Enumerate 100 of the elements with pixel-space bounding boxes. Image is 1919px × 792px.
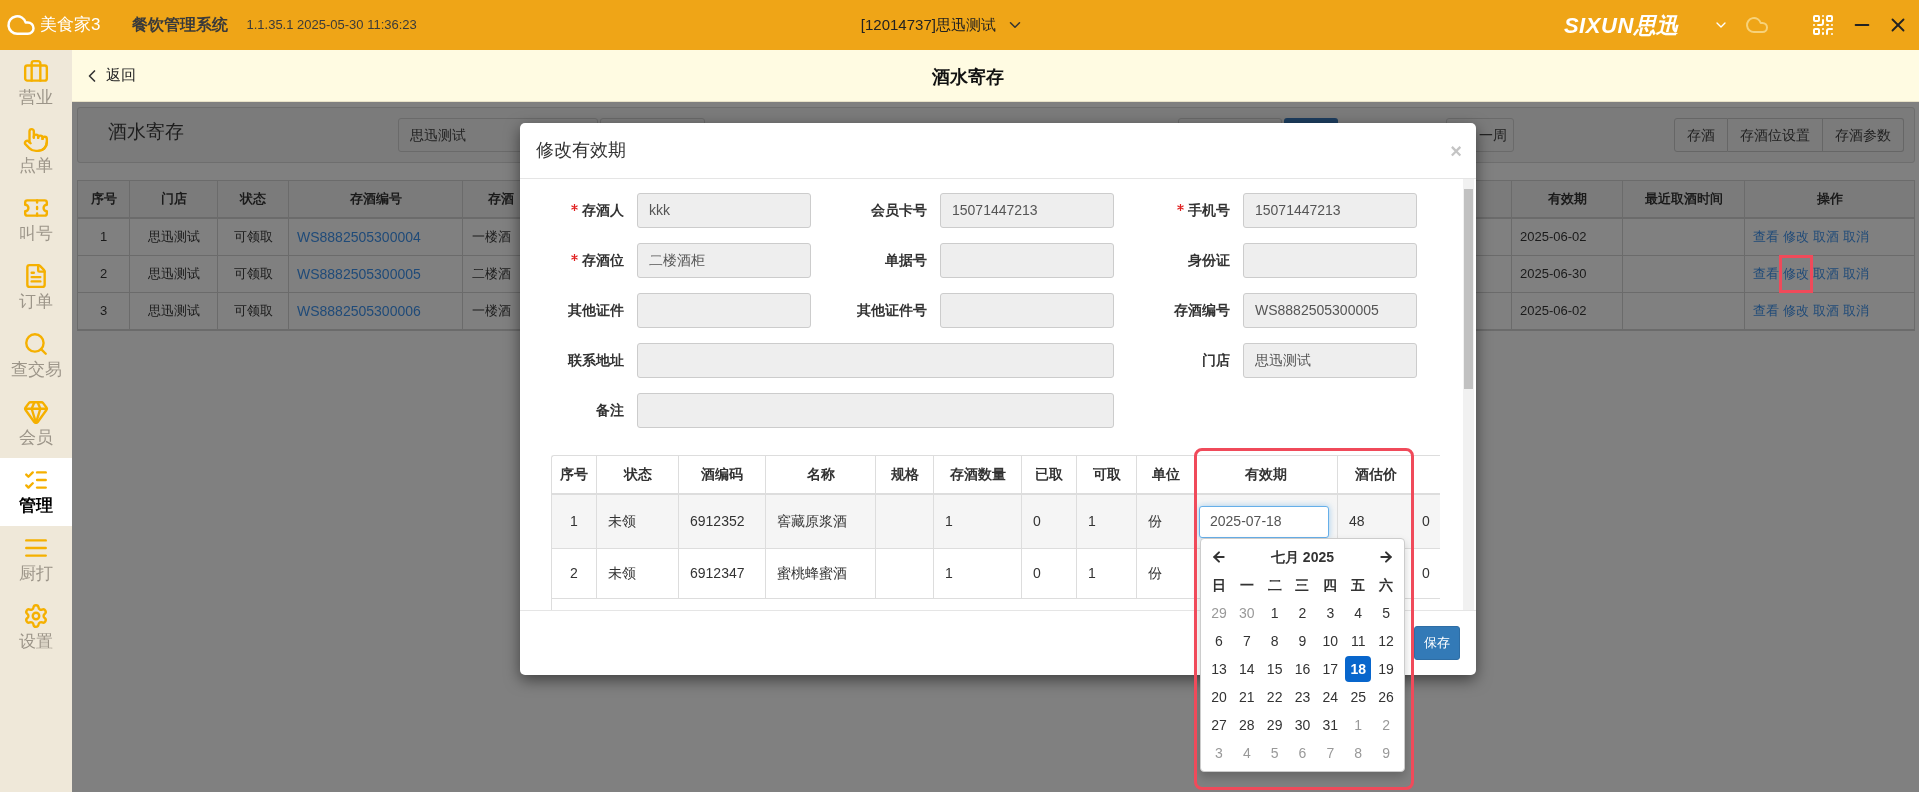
input-field[interactable]: kkk bbox=[637, 193, 811, 228]
calendar-day[interactable]: 30 bbox=[1233, 600, 1260, 626]
table-cell-text: 1 bbox=[945, 512, 953, 531]
app-name: 美食家3 bbox=[40, 14, 101, 37]
calendar-day[interactable]: 29 bbox=[1206, 600, 1232, 626]
save-button[interactable]: 保存 bbox=[1414, 626, 1460, 660]
calendar-day[interactable]: 24 bbox=[1317, 684, 1344, 710]
sidebar-label: 设置 bbox=[19, 631, 53, 653]
input-field[interactable] bbox=[1243, 243, 1417, 278]
table-cell-text: 份 bbox=[1148, 512, 1162, 531]
calendar-day[interactable]: 1 bbox=[1261, 600, 1288, 626]
weekday-label: 四 bbox=[1322, 575, 1339, 595]
calendar-day[interactable]: 9 bbox=[1289, 628, 1316, 654]
sidebar-label: 叫号 bbox=[19, 223, 53, 245]
brand-logo: SIXUN思迅 bbox=[1563, 11, 1679, 40]
month-label[interactable]: 七月 2025 bbox=[1227, 546, 1378, 568]
action-button[interactable]: 存酒 bbox=[1674, 118, 1728, 152]
store-selector[interactable]: [12014737]思迅测试 bbox=[860, 13, 996, 37]
qr-code-icon[interactable] bbox=[1811, 13, 1835, 37]
input-field[interactable] bbox=[637, 343, 1114, 378]
calendar-day[interactable]: 6 bbox=[1289, 740, 1316, 766]
calendar-day[interactable]: 5 bbox=[1261, 740, 1288, 766]
calendar-day[interactable]: 2 bbox=[1373, 712, 1399, 738]
sidebar-label: 会员 bbox=[19, 427, 53, 449]
calendar-day[interactable]: 29 bbox=[1261, 712, 1288, 738]
table-cell: 可领取 bbox=[218, 219, 289, 255]
column-header: 酒估价 bbox=[1338, 456, 1414, 493]
page-title: 酒水寄存 bbox=[932, 66, 1004, 89]
table-cell-text: 1 bbox=[1088, 564, 1096, 583]
calendar-day[interactable]: 2 bbox=[1289, 600, 1316, 626]
weekday-label: 三 bbox=[1294, 575, 1311, 595]
calendar-day[interactable]: 25 bbox=[1345, 684, 1372, 710]
calendar-day[interactable]: 18 bbox=[1345, 656, 1372, 682]
date-input[interactable]: 2025-07-18 bbox=[1199, 505, 1329, 538]
calendar-day[interactable]: 4 bbox=[1345, 600, 1372, 626]
field-label: 存酒编号 bbox=[1174, 301, 1230, 320]
calendar-day[interactable]: 21 bbox=[1233, 684, 1260, 710]
input-field[interactable] bbox=[637, 293, 811, 328]
document-icon bbox=[23, 263, 49, 289]
calendar-day[interactable]: 14 bbox=[1233, 656, 1260, 682]
scrollbar[interactable] bbox=[1463, 179, 1474, 610]
weekday-label: 五 bbox=[1350, 575, 1367, 595]
back-button[interactable]: 返回 bbox=[82, 64, 136, 87]
action-button[interactable]: 存酒位设置 bbox=[1728, 118, 1823, 152]
calendar-day[interactable]: 6 bbox=[1206, 628, 1232, 654]
briefcase-icon bbox=[23, 59, 49, 85]
input-field[interactable]: 思迅测试 bbox=[1243, 343, 1417, 378]
input-field[interactable] bbox=[637, 393, 1114, 428]
input-field[interactable]: 15071447213 bbox=[940, 193, 1114, 228]
table-cell-text: 0 bbox=[1422, 512, 1430, 531]
calendar-day[interactable]: 15 bbox=[1261, 656, 1288, 682]
calendar-day[interactable]: 10 bbox=[1317, 628, 1344, 654]
calendar-day[interactable]: 13 bbox=[1206, 656, 1232, 682]
calendar-day[interactable]: 28 bbox=[1233, 712, 1260, 738]
table-cell-text: 未领 bbox=[608, 512, 636, 531]
calendar-day[interactable]: 1 bbox=[1345, 712, 1372, 738]
calendar-day[interactable]: 19 bbox=[1373, 656, 1399, 682]
calendar-day[interactable]: 11 bbox=[1345, 628, 1372, 654]
table-cell: 可领取 bbox=[218, 293, 289, 329]
column-header: 序号 bbox=[78, 181, 130, 217]
column-header: 酒编码 bbox=[679, 456, 766, 493]
calendar-day[interactable]: 16 bbox=[1289, 656, 1316, 682]
table-cell: 1 bbox=[78, 219, 130, 255]
calendar-day[interactable]: 7 bbox=[1317, 740, 1344, 766]
calendar-day[interactable]: 30 bbox=[1289, 712, 1316, 738]
input-field[interactable] bbox=[940, 293, 1114, 328]
field-label: 联系地址 bbox=[568, 351, 624, 370]
sidebar-item[interactable]: 管理 bbox=[0, 458, 72, 526]
calendar-day[interactable]: 31 bbox=[1317, 712, 1344, 738]
sidebar-label: 订单 bbox=[19, 291, 53, 313]
calendar-day[interactable]: 17 bbox=[1317, 656, 1344, 682]
field-label: 手机号 bbox=[1188, 201, 1230, 220]
table-cell: 思迅测试 bbox=[130, 256, 218, 292]
calendar-day[interactable]: 9 bbox=[1373, 740, 1399, 766]
gem-icon bbox=[23, 399, 49, 425]
table-cell-text: 1 bbox=[945, 564, 953, 583]
input-field[interactable]: 15071447213 bbox=[1243, 193, 1417, 228]
input-field[interactable]: 二楼酒柜 bbox=[637, 243, 811, 278]
calendar-day[interactable]: 8 bbox=[1345, 740, 1372, 766]
calendar-day[interactable]: 22 bbox=[1261, 684, 1288, 710]
calendar-day[interactable]: 20 bbox=[1206, 684, 1232, 710]
calendar-day[interactable]: 4 bbox=[1233, 740, 1260, 766]
input-field[interactable]: WS8882505300005 bbox=[1243, 293, 1417, 328]
column-header: 名称 bbox=[766, 456, 876, 493]
action-button[interactable]: 存酒参数 bbox=[1823, 118, 1904, 152]
next-month-icon[interactable] bbox=[1378, 549, 1394, 565]
table-cell-text: 1 bbox=[570, 512, 578, 531]
calendar-day[interactable]: 3 bbox=[1317, 600, 1344, 626]
table-cell-text: 6912352 bbox=[690, 512, 745, 531]
calendar-day[interactable]: 3 bbox=[1206, 740, 1232, 766]
calendar-day[interactable]: 12 bbox=[1373, 628, 1399, 654]
input-field[interactable] bbox=[940, 243, 1114, 278]
field-label: 备注 bbox=[596, 401, 624, 420]
previous-month-icon[interactable] bbox=[1211, 549, 1227, 565]
calendar-day[interactable]: 5 bbox=[1373, 600, 1399, 626]
calendar-day[interactable]: 23 bbox=[1289, 684, 1316, 710]
calendar-day[interactable]: 26 bbox=[1373, 684, 1399, 710]
calendar-day[interactable]: 27 bbox=[1206, 712, 1232, 738]
calendar-day[interactable]: 8 bbox=[1261, 628, 1288, 654]
calendar-day[interactable]: 7 bbox=[1233, 628, 1260, 654]
